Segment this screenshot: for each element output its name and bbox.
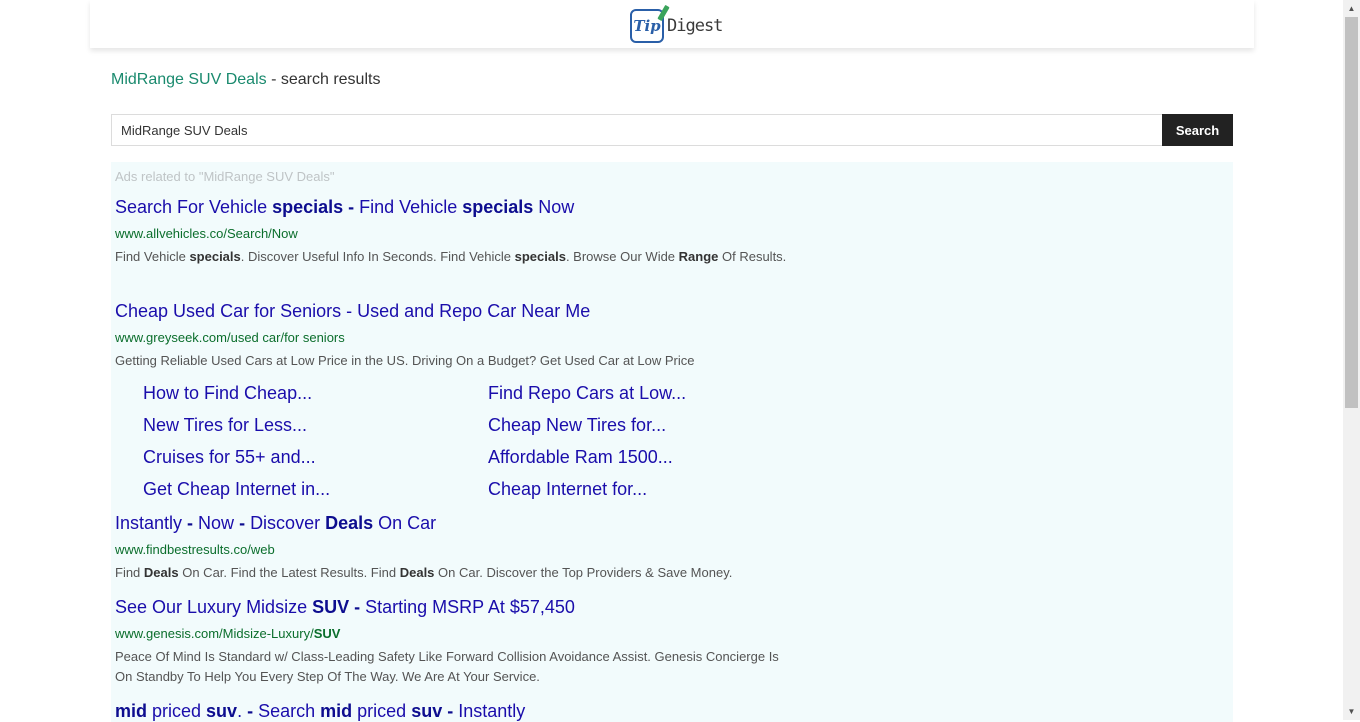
search-button[interactable]: Search — [1162, 114, 1233, 146]
ad-title-text: Search For Vehicle — [115, 197, 273, 217]
page-title-suffix: - search results — [266, 71, 381, 88]
ad-result: See Our Luxury Midsize SUV - Starting MS… — [115, 596, 795, 687]
logo-badge: Tip — [630, 4, 670, 43]
ad-result: Search For Vehicle specials - Find Vehic… — [115, 196, 795, 267]
scroll-up-arrow-icon[interactable]: ▲ — [1343, 0, 1360, 17]
search-bar: Search — [111, 114, 1233, 146]
ad-title-link[interactable]: Cheap Used Car for Seniors - Used and Re… — [115, 300, 795, 322]
ad-description: Getting Reliable Used Cars at Low Price … — [115, 353, 695, 368]
ad-url[interactable]: www.greyseek.com/used car/for seniors — [115, 330, 795, 346]
ad-description: Peace Of Mind Is Standard w/ Class-Leadi… — [115, 649, 779, 684]
ad-description: Find Vehicle specials. Discover Useful I… — [115, 249, 787, 264]
ad-title-text: Now — [533, 197, 575, 217]
sitelink[interactable]: Cruises for 55+ and... — [143, 446, 316, 468]
ad-result: Instantly - Now - Discover Deals On Car … — [115, 512, 795, 583]
ad-title-keyword: specials — [462, 197, 534, 217]
sitelink[interactable]: Get Cheap Internet in... — [143, 478, 330, 500]
sitelink[interactable]: Cheap New Tires for... — [488, 414, 666, 436]
scroll-down-arrow-icon[interactable]: ▼ — [1343, 703, 1360, 720]
sitelink[interactable]: Cheap Internet for... — [488, 478, 647, 500]
sitelink[interactable]: Affordable Ram 1500... — [488, 446, 673, 468]
sitelink[interactable]: How to Find Cheap... — [143, 382, 312, 404]
ad-url[interactable]: www.allvehicles.co/Search/Now — [115, 226, 795, 242]
scrollbar-thumb[interactable] — [1345, 17, 1358, 408]
ad-url[interactable]: www.genesis.com/Midsize-Luxury/SUV — [115, 626, 795, 642]
logo-badge-text: Tip — [633, 17, 661, 35]
ad-title-separator: - — [343, 197, 360, 217]
page-title: MidRange SUV Deals - search results — [111, 71, 380, 89]
page-scrollbar[interactable]: ▲ ▼ — [1343, 0, 1360, 720]
ad-url[interactable]: www.findbestresults.co/web — [115, 542, 795, 558]
ad-description: Find Deals On Car. Find the Latest Resul… — [115, 565, 733, 580]
ads-label: Ads related to "MidRange SUV Deals" — [115, 169, 335, 184]
ad-title-link[interactable]: mid priced suv. - Search mid priced suv … — [115, 700, 795, 722]
ad-title-text: Find Vehicle — [359, 197, 463, 217]
ad-title-link[interactable]: Instantly - Now - Discover Deals On Car — [115, 512, 795, 534]
ad-title-keyword: specials — [272, 197, 344, 217]
sitelink[interactable]: Find Repo Cars at Low... — [488, 382, 686, 404]
page-title-query: MidRange SUV Deals — [111, 71, 267, 88]
site-logo[interactable]: Tip Digest — [630, 4, 723, 46]
ad-title-link[interactable]: See Our Luxury Midsize SUV - Starting MS… — [115, 596, 795, 618]
ad-result: Cheap Used Car for Seniors - Used and Re… — [115, 300, 795, 371]
logo-text: Digest — [667, 16, 723, 36]
ad-result: mid priced suv. - Search mid priced suv … — [115, 700, 795, 722]
sitelink[interactable]: New Tires for Less... — [143, 414, 307, 436]
ads-panel: Ads related to "MidRange SUV Deals" Sear… — [111, 162, 1233, 722]
ad-title-link[interactable]: Search For Vehicle specials - Find Vehic… — [115, 196, 795, 218]
search-input[interactable] — [111, 114, 1162, 146]
